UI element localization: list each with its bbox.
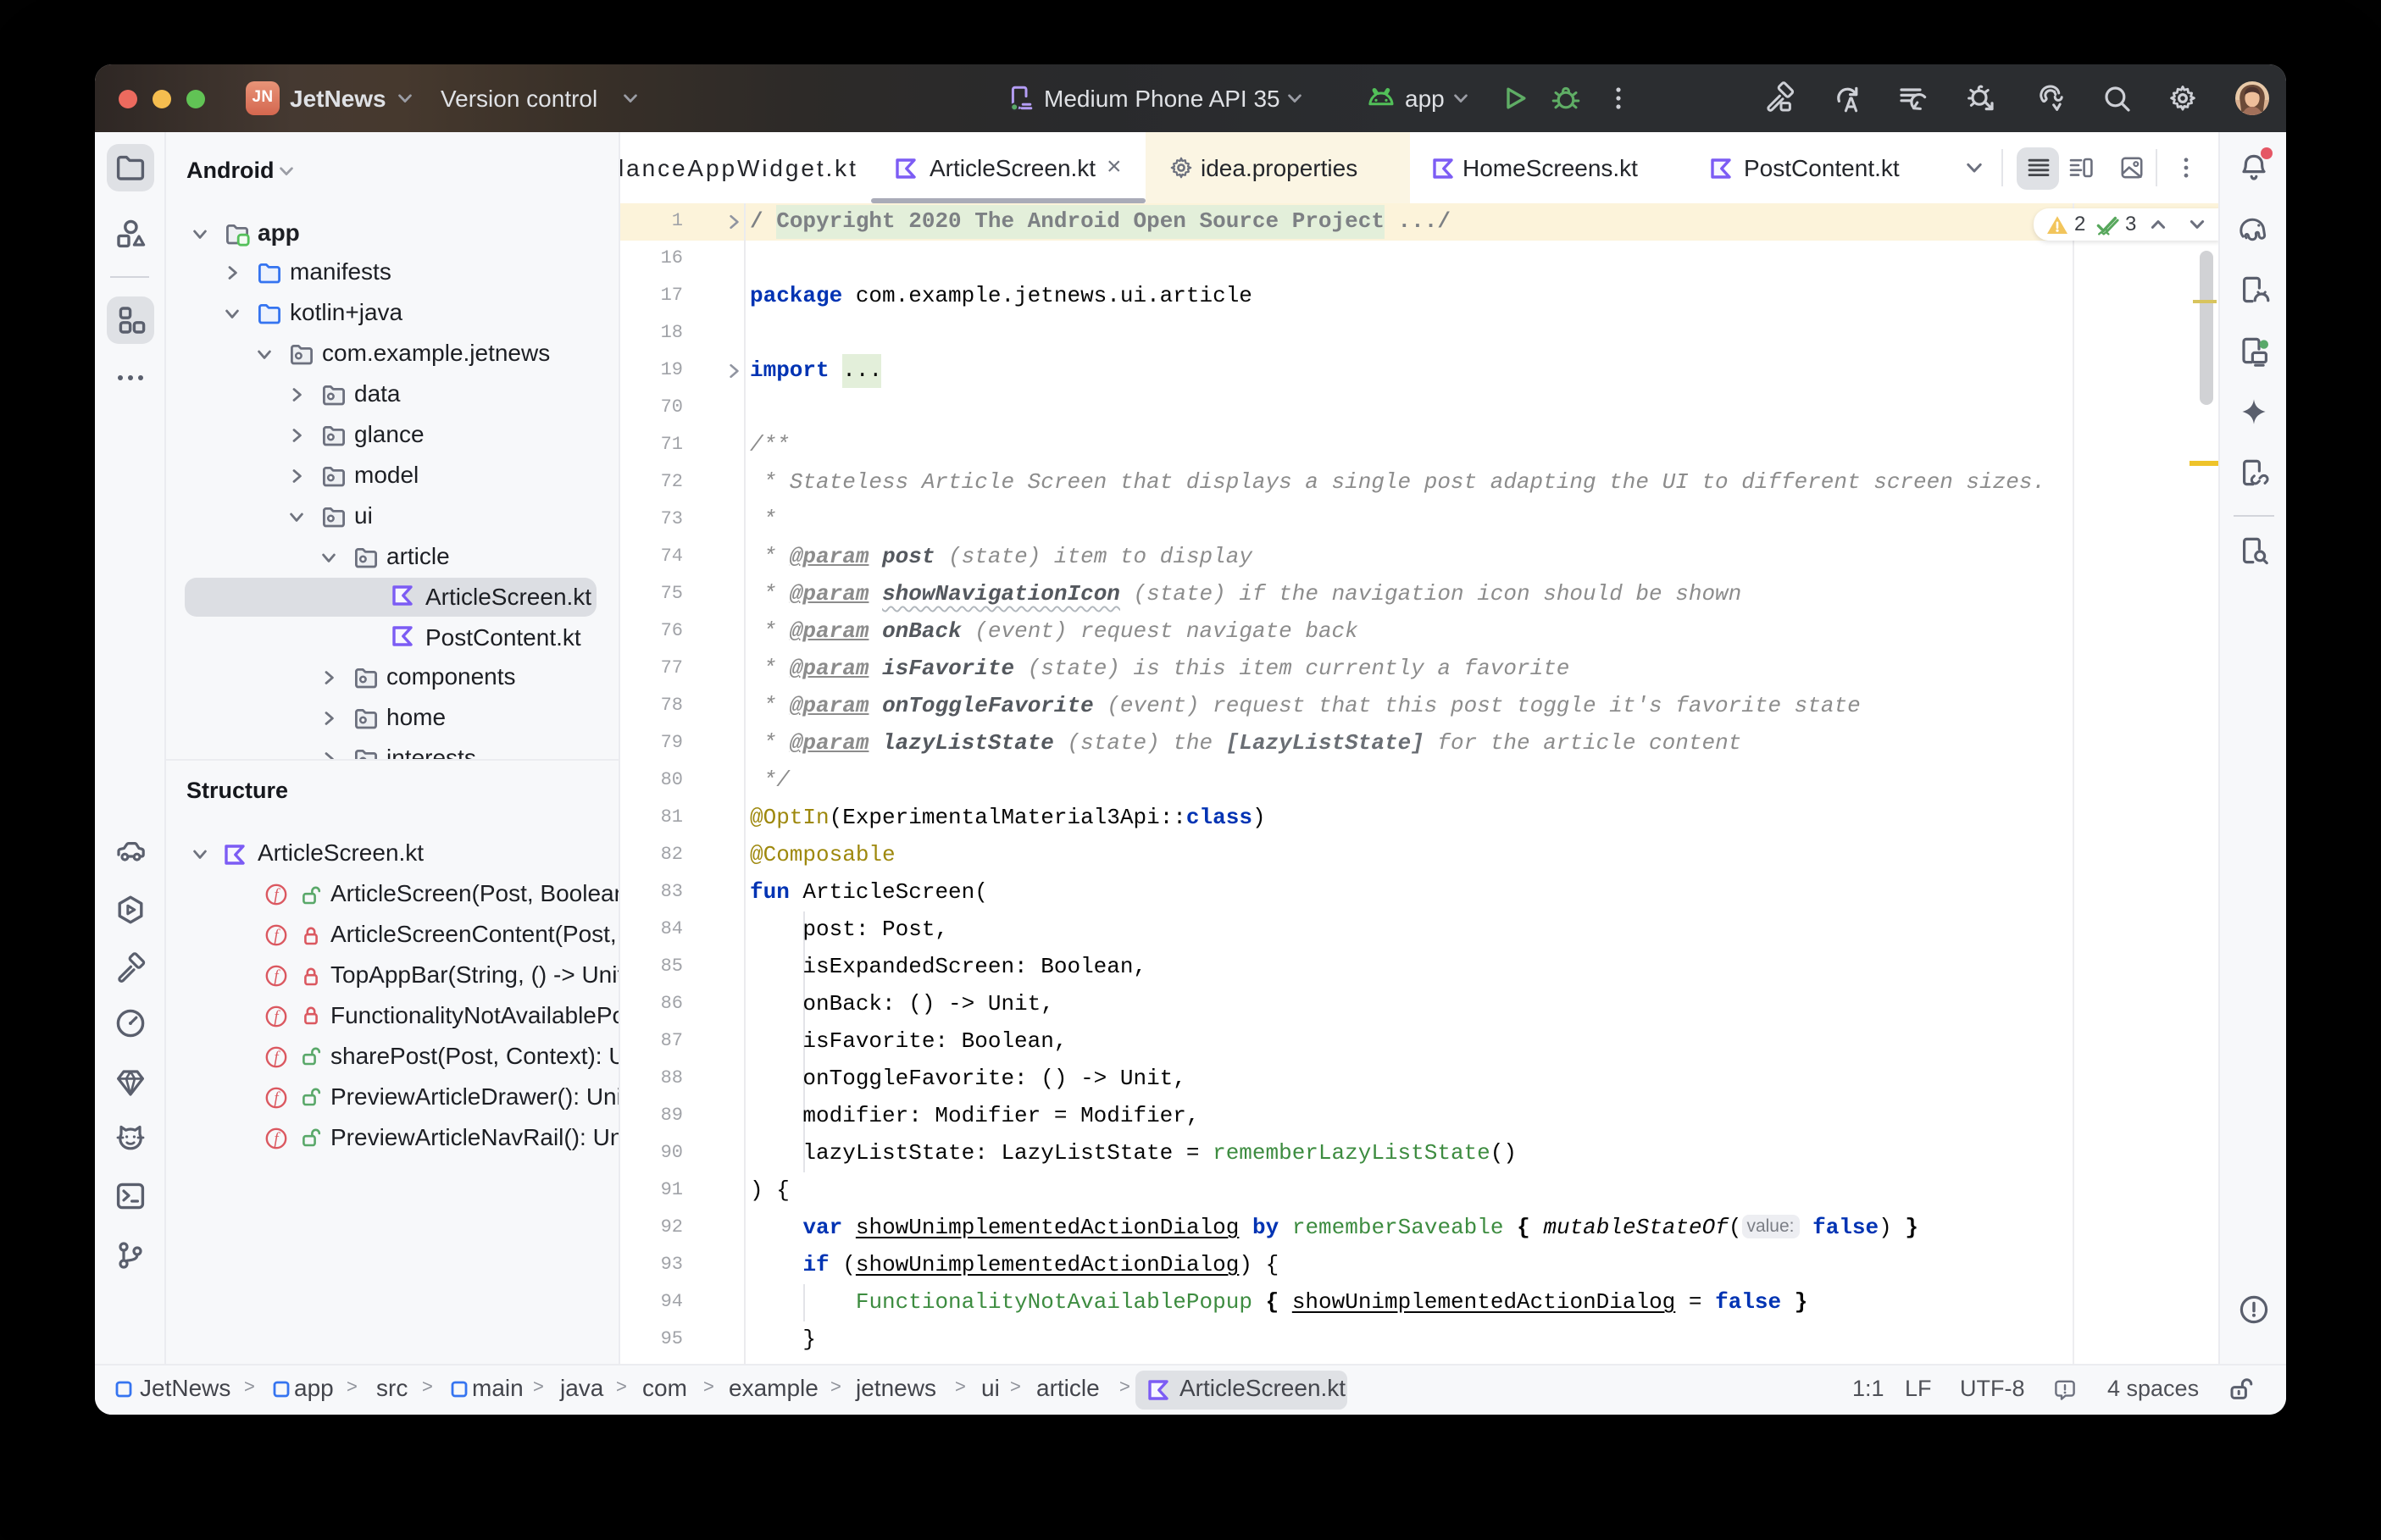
- svg-text:f: f: [274, 1129, 280, 1147]
- svg-text:f: f: [274, 927, 280, 944]
- svg-text:f: f: [274, 1008, 280, 1026]
- svg-text:f: f: [274, 1049, 280, 1066]
- svg-text:f: f: [274, 1089, 280, 1106]
- svg-text:f: f: [274, 967, 280, 985]
- svg-text:f: f: [274, 887, 280, 905]
